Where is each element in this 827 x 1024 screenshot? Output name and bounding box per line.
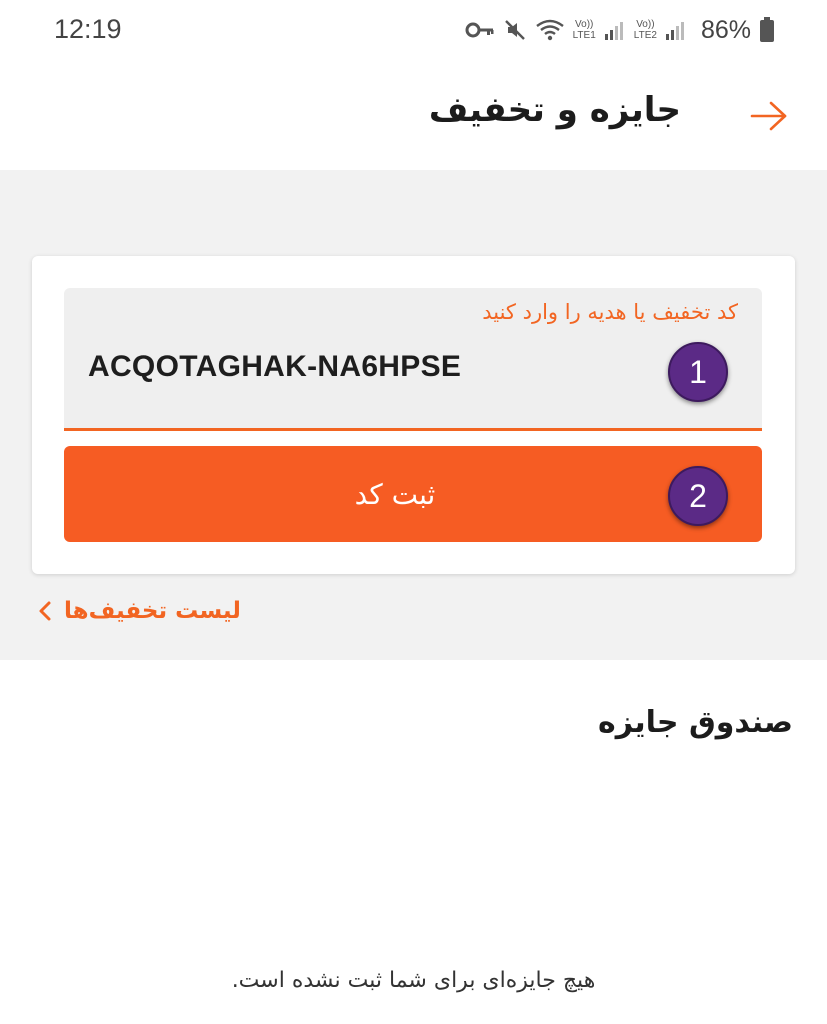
status-bar: 12:19 Vo)) LTE1 Vo)) LTE2 86% — [0, 0, 827, 62]
signal-icon — [665, 19, 687, 41]
discount-section: کد تخفیف یا هدیه را وارد کنید ACQOTAGHAK… — [0, 170, 827, 660]
status-icons: Vo)) LTE1 Vo)) LTE2 86% — [465, 12, 775, 48]
wifi-icon — [535, 18, 565, 42]
key-icon — [465, 21, 495, 39]
step-badge-2: 2 — [668, 466, 728, 526]
code-input[interactable]: کد تخفیف یا هدیه را وارد کنید ACQOTAGHAK… — [64, 288, 762, 431]
prize-box-empty-message: هیچ جایزه‌ای برای شما ثبت نشده است. — [231, 968, 596, 993]
chevron-left-icon — [39, 601, 51, 621]
mute-icon — [503, 18, 527, 42]
submit-code-button[interactable]: ثبت کد 2 — [64, 446, 762, 542]
back-button[interactable] — [745, 92, 793, 140]
page-title: جایزه و تخفیف — [428, 90, 681, 130]
signal-icon — [604, 19, 626, 41]
discount-list-label: لیست تخفیف‌ها — [64, 598, 241, 624]
battery-icon — [759, 17, 775, 43]
status-time: 12:19 — [54, 14, 122, 44]
app-bar: جایزه و تخفیف — [0, 62, 827, 170]
discount-list-link[interactable]: لیست تخفیف‌ها — [38, 598, 241, 624]
prize-box-title: صندوق جایزه — [598, 705, 793, 740]
battery-percent: 86% — [700, 15, 751, 44]
arrow-right-icon — [750, 101, 787, 131]
sim2-label: Vo)) LTE2 — [633, 19, 657, 41]
sim1-label: Vo)) LTE1 — [572, 19, 596, 41]
code-input-value: ACQOTAGHAK-NA6HPSE — [88, 350, 462, 383]
submit-code-label: ثبت کد — [354, 477, 436, 511]
code-input-label: کد تخفیف یا هدیه را وارد کنید — [482, 300, 738, 324]
step-badge-1: 1 — [668, 342, 728, 402]
code-card: کد تخفیف یا هدیه را وارد کنید ACQOTAGHAK… — [32, 256, 795, 574]
